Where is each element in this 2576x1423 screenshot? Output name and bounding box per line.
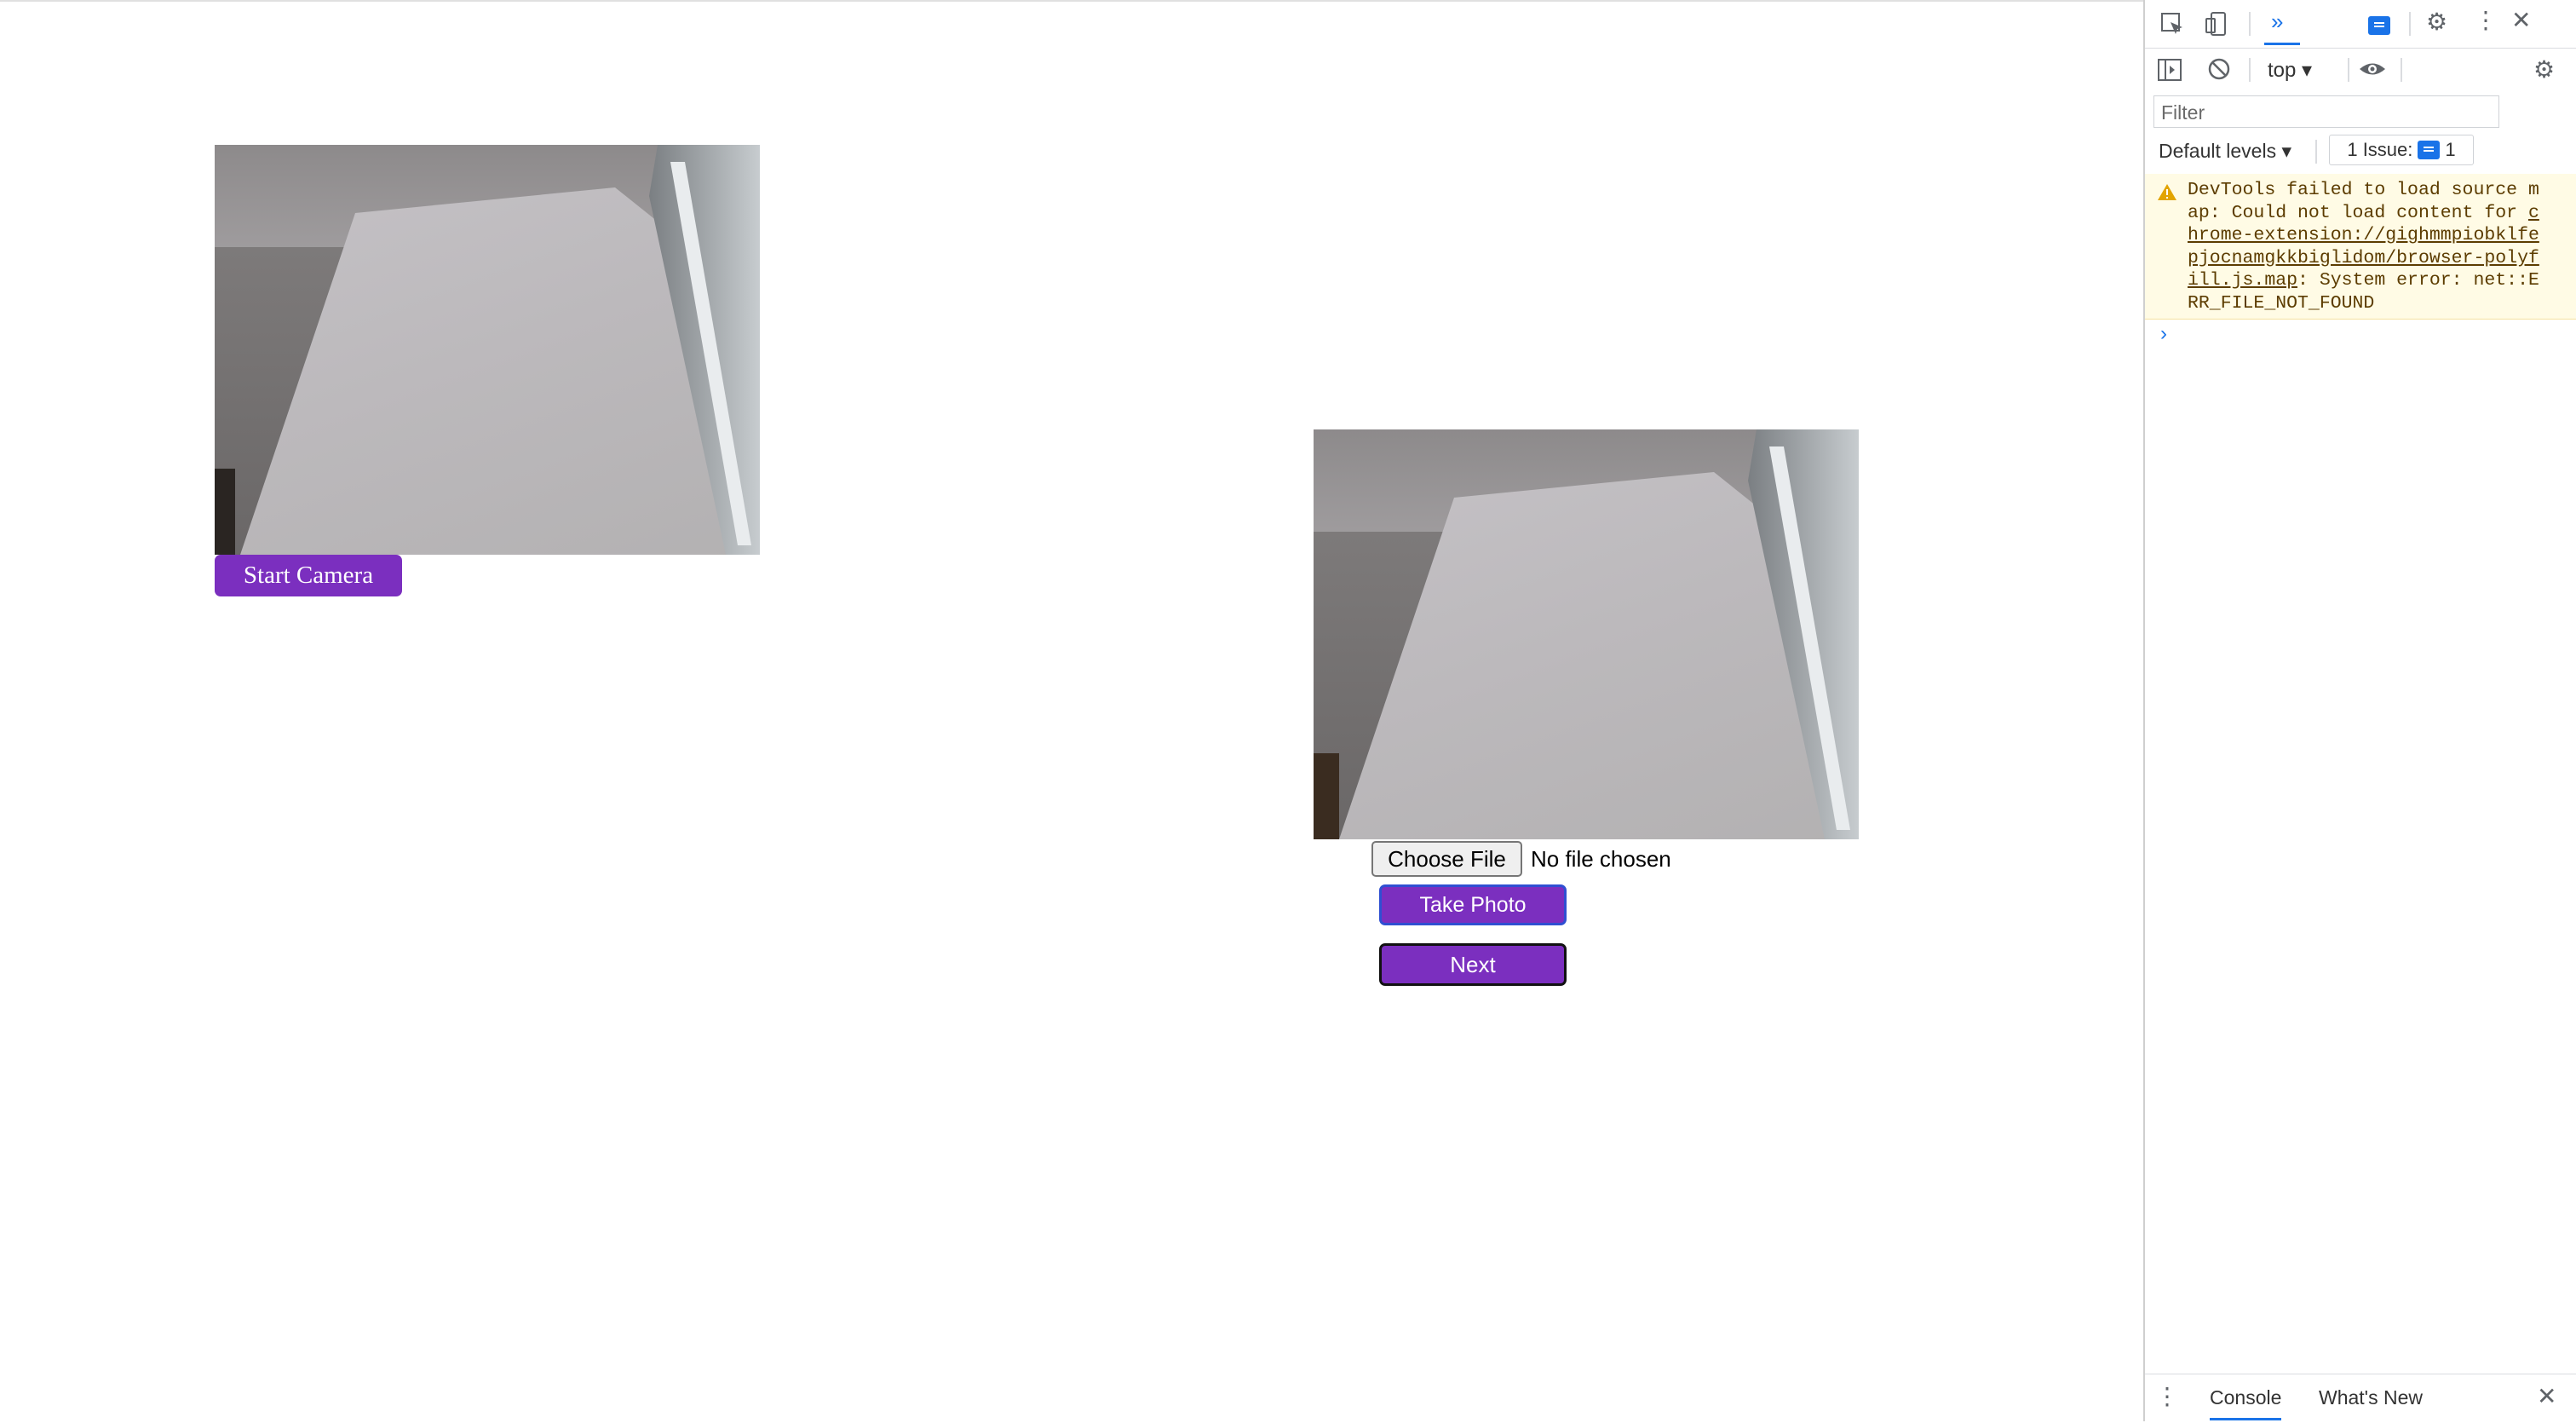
drawer-tab-bar: ⋮ Console What's New ✕ xyxy=(2145,1374,2576,1422)
web-page: Start Camera Choose File No file chosen … xyxy=(0,0,2143,1423)
more-options-icon[interactable]: ⋮ xyxy=(2474,9,2498,32)
devtools-toolbar: » ⚙ ⋮ ✕ xyxy=(2145,0,2576,49)
tab-whats-new[interactable]: What's New xyxy=(2319,1386,2423,1409)
inspect-element-icon[interactable] xyxy=(2159,10,2186,42)
console-prompt[interactable]: › xyxy=(2160,322,2167,346)
drawer-menu-icon[interactable]: ⋮ xyxy=(2155,1385,2179,1409)
sidebar-toggle-icon[interactable] xyxy=(2157,58,2182,86)
console-toolbar: top ▾ ⚙ xyxy=(2145,48,2576,92)
context-selector[interactable]: top ▾ xyxy=(2268,58,2312,83)
issues-badge-icon[interactable] xyxy=(2368,12,2390,36)
filter-input[interactable]: Filter xyxy=(2153,95,2499,128)
device-toolbar-icon[interactable] xyxy=(2203,10,2230,42)
camera-video xyxy=(215,145,760,555)
warning-triangle-icon xyxy=(2157,182,2177,205)
issue-icon xyxy=(2418,141,2441,159)
close-drawer-icon[interactable]: ✕ xyxy=(2537,1385,2556,1409)
start-camera-button[interactable]: Start Camera xyxy=(215,555,402,596)
devtools-panel: » ⚙ ⋮ ✕ top ▾ ⚙ Filter Default levels ▾ … xyxy=(2143,0,2576,1422)
file-input[interactable]: Choose File No file chosen xyxy=(1371,841,1671,877)
choose-file-button[interactable]: Choose File xyxy=(1371,841,1522,877)
close-devtools-icon[interactable]: ✕ xyxy=(2511,9,2531,32)
active-tab-indicator xyxy=(2264,43,2300,45)
file-status-text: No file chosen xyxy=(1531,845,1671,872)
console-settings-gear-icon[interactable]: ⚙ xyxy=(2533,58,2555,82)
filter-row: Filter xyxy=(2145,92,2576,131)
console-warning-message: DevTools failed to load source map: Coul… xyxy=(2145,174,2576,320)
issues-button[interactable]: 1 Issue: 1 xyxy=(2329,135,2474,165)
take-photo-button[interactable]: Take Photo xyxy=(1379,884,1567,925)
live-expression-eye-icon[interactable] xyxy=(2358,56,2387,86)
levels-row: Default levels ▾ 1 Issue: 1 xyxy=(2145,131,2576,175)
next-button[interactable]: Next xyxy=(1379,943,1567,986)
warning-text: DevTools failed to load source map: Coul… xyxy=(2188,180,2539,223)
tab-console[interactable]: Console xyxy=(2210,1386,2282,1420)
settings-gear-icon[interactable]: ⚙ xyxy=(2426,10,2447,34)
captured-photo xyxy=(1314,429,1859,839)
more-tabs-icon[interactable]: » xyxy=(2271,10,2283,32)
clear-console-icon[interactable] xyxy=(2206,56,2232,86)
default-levels-dropdown[interactable]: Default levels ▾ xyxy=(2159,140,2291,163)
